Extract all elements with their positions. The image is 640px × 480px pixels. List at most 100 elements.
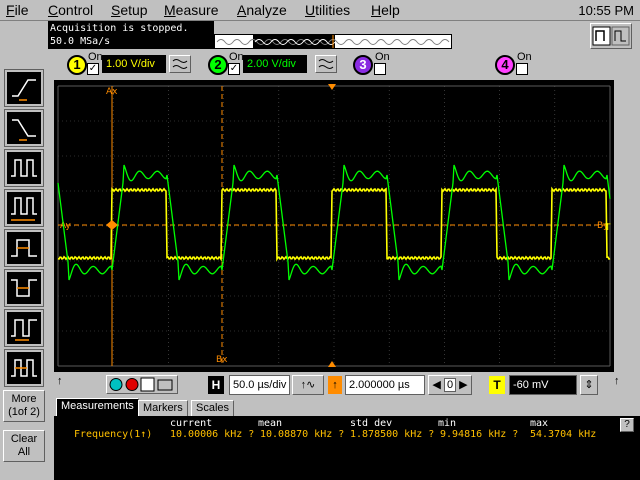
rise-time-tool-button[interactable]	[4, 69, 44, 107]
fall-time-icon	[12, 119, 36, 141]
negative-width-tool-button[interactable]	[4, 269, 44, 307]
screen-tools-icons	[109, 377, 173, 392]
menu-setup[interactable]: Setup	[111, 2, 148, 19]
menu-measure[interactable]: Measure	[164, 2, 218, 19]
duty-cycle-icon	[11, 319, 37, 341]
menu-file-mnemonic: F	[6, 2, 15, 18]
negative-width-icon	[11, 279, 37, 297]
cursor-ax-label: Ax	[106, 87, 118, 97]
ac-coupling-icon	[172, 59, 188, 69]
screen-tools-group	[106, 375, 178, 394]
menu-help-mnemonic: H	[371, 2, 382, 18]
ac-coupling-icon	[318, 59, 334, 69]
channel-1-coupling-button[interactable]	[169, 55, 191, 73]
menu-analyze[interactable]: Analyze	[237, 2, 287, 19]
frequency-tool-button[interactable]	[4, 189, 44, 227]
channel-3-on-label: On	[375, 51, 390, 63]
channel-1-scale[interactable]: 1.00 V/div	[102, 55, 166, 73]
menu-control[interactable]: Control	[48, 2, 93, 19]
measurement-current: 10.00006 kHz ?	[170, 429, 255, 440]
measurement-mean: 10.08870 kHz ?	[260, 429, 345, 440]
scroll-up-icon[interactable]: ↑	[57, 375, 63, 387]
period-icon	[11, 159, 37, 177]
channel-2-checkbox[interactable]: ✓	[228, 63, 240, 75]
overview-wave-icon	[216, 35, 450, 48]
menu-analyze-label: nalyze	[246, 2, 287, 18]
measurement-name[interactable]: Frequency(1↑)	[74, 429, 152, 441]
menu-setup-mnemonic: S	[111, 2, 121, 18]
save-screen-icon[interactable]	[140, 377, 155, 392]
clear-label: Clear	[10, 433, 38, 445]
record-icon[interactable]	[125, 378, 139, 391]
cursor-ay-label: Ay	[60, 221, 72, 231]
trigger-level-field[interactable]: -60 mV	[509, 375, 577, 395]
more-label: More	[11, 393, 37, 405]
menu-control-label: ontrol	[58, 2, 94, 18]
timebase-stepper[interactable]: ↑∿	[292, 375, 324, 395]
delay-right-button[interactable]: ▶	[459, 379, 467, 391]
channel-1-badge[interactable]: 1	[67, 55, 87, 75]
measurement-std-dev: 1.878500 kHz ?	[350, 429, 435, 440]
duty-cycle-tool-button[interactable]	[4, 309, 44, 347]
waveform-canvas: Ax Bx Ay By T	[57, 84, 611, 367]
measurement-min: 9.94816 kHz ?	[440, 429, 519, 440]
channel-4-on-label: On	[517, 51, 532, 63]
channel-4-checkbox[interactable]	[516, 63, 528, 75]
menu-utilities-mnemonic: U	[305, 2, 316, 18]
measurement-max: 54.3704 kHz	[530, 429, 597, 440]
menu-setup-label: etup	[120, 2, 148, 18]
channel-1-on-label: On	[88, 51, 103, 63]
channel-2-scale[interactable]: 2.00 V/div	[243, 55, 307, 73]
channel-2-badge[interactable]: 2	[208, 55, 228, 75]
fall-time-tool-button[interactable]	[4, 109, 44, 147]
channel-3-checkbox[interactable]	[374, 63, 386, 75]
trigger-level-marker[interactable]: T	[604, 223, 611, 233]
menu-measure-label: easure	[175, 2, 219, 18]
print-icon[interactable]	[157, 379, 173, 391]
delay-zero-button[interactable]: 0	[443, 378, 457, 392]
clear-all-label: All	[17, 446, 31, 458]
delay-field[interactable]: 2.000000 µs	[345, 375, 425, 395]
positive-width-icon	[11, 239, 37, 257]
measurement-results: current mean std dev min max Frequency(1…	[54, 416, 640, 480]
channel-1-waveform	[57, 186, 611, 262]
left-toolbar: More (1of 2) Clear All	[0, 22, 48, 480]
menu-utilities-label: tilities	[315, 2, 351, 18]
menu-help[interactable]: Help	[371, 2, 400, 19]
tab-measurements[interactable]: Measurements	[56, 398, 139, 418]
menu-bar: File Control Setup Measure Analyze Utili…	[0, 0, 640, 21]
period-tool-button[interactable]	[4, 149, 44, 187]
waveform-display[interactable]: Ax Bx Ay By T	[54, 80, 614, 372]
menu-file[interactable]: File	[6, 2, 29, 19]
graticule	[57, 85, 611, 367]
rise-time-icon	[12, 79, 36, 101]
delta-time-tool-button[interactable]	[4, 349, 44, 387]
channel-4-badge[interactable]: 4	[495, 55, 515, 75]
autoscale-icon[interactable]	[109, 378, 123, 391]
waveform-overview-strip[interactable]	[214, 34, 452, 49]
delta-time-icon	[11, 359, 37, 377]
menu-measure-mnemonic: M	[164, 2, 176, 18]
menu-utilities[interactable]: Utilities	[305, 2, 350, 19]
close-pane-button[interactable]: ?	[620, 418, 634, 432]
acquisition-status: Acquisition is stopped. 50.0 MSa/s	[48, 21, 214, 49]
run-stop-toggle[interactable]	[590, 23, 632, 49]
scroll-up-right-icon[interactable]: ↑	[614, 375, 620, 387]
channel-2-coupling-button[interactable]	[315, 55, 337, 73]
clear-all-button[interactable]: Clear All	[3, 430, 45, 462]
menu-analyze-mnemonic: A	[237, 2, 247, 18]
delay-left-button[interactable]: ◀	[432, 379, 440, 391]
positive-width-tool-button[interactable]	[4, 229, 44, 267]
trigger-level-stepper[interactable]: ⇕	[580, 375, 598, 395]
tab-markers[interactable]: Markers	[138, 400, 188, 416]
tab-scales[interactable]: Scales	[191, 400, 235, 416]
trigger-position-top-marker[interactable]	[328, 84, 336, 90]
channel-3-badge[interactable]: 3	[353, 55, 373, 75]
trigger-position-bottom-marker[interactable]	[328, 361, 336, 367]
channel-1-checkbox[interactable]: ✓	[87, 63, 99, 75]
more-measurements-button[interactable]: More (1of 2)	[3, 390, 45, 422]
clock: 10:55 PM	[578, 3, 634, 18]
cursor-intersection-marker[interactable]	[106, 220, 118, 230]
frequency-icon	[11, 197, 37, 221]
timebase-field[interactable]: 50.0 µs/div	[229, 375, 290, 395]
